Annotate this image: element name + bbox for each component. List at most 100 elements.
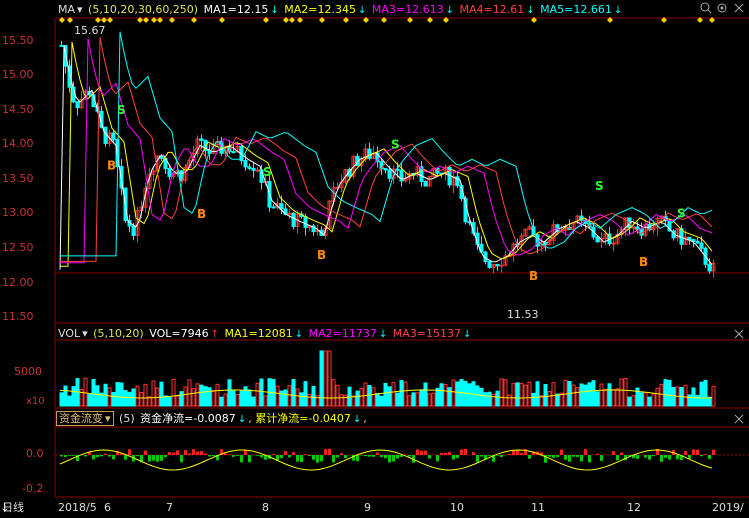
volume-bar	[687, 394, 692, 407]
flow-bar	[564, 455, 567, 460]
flow-bar	[384, 455, 387, 459]
volume-bar	[407, 395, 412, 407]
candle-body	[303, 215, 308, 228]
volume-bar	[287, 385, 292, 407]
volume-bar	[431, 392, 436, 407]
volume-bar	[663, 379, 668, 407]
volume-bar	[651, 393, 656, 407]
flow-bar	[692, 449, 695, 455]
flow-bar	[204, 453, 207, 455]
flow-bar	[408, 455, 411, 457]
volume-bar	[523, 384, 528, 407]
volume-bar	[235, 393, 240, 407]
volume-bar	[191, 388, 196, 407]
flow-bar	[676, 455, 679, 460]
volume-bar	[411, 392, 416, 407]
volume-bar	[443, 384, 448, 407]
volume-bar	[639, 392, 644, 407]
volume-bar	[215, 383, 220, 407]
candle-body	[595, 236, 600, 243]
volume-bar	[91, 378, 96, 407]
flow-indicator-header: 资金流变 ▾ (5) 资金净流=-0.0087 ↓, 累计净流=-0.0407 ↓,	[56, 411, 367, 427]
flow-bar	[572, 455, 575, 457]
flow-bar	[72, 455, 75, 456]
flow-bar	[456, 455, 459, 458]
flow-bar	[84, 455, 87, 457]
flow-bar	[648, 455, 651, 460]
flow-bar	[568, 455, 571, 462]
flow-bar	[248, 455, 251, 463]
volume-bar	[143, 384, 148, 407]
volume-bar	[575, 387, 580, 407]
volume-bar	[63, 385, 68, 407]
flow-bar	[324, 449, 327, 455]
volume-bar	[403, 381, 408, 407]
y-tick: 14.00	[2, 137, 34, 150]
y-tick: 12.00	[2, 276, 34, 289]
flow-bar	[236, 455, 239, 456]
flow-indicator-select[interactable]: 资金流变 ▾	[56, 411, 114, 426]
flow-bar	[68, 455, 71, 456]
kline-chart[interactable]: B B B B B S S S S S	[0, 0, 749, 518]
indicator-select[interactable]: MA ▾	[58, 3, 83, 16]
flow-close-icon[interactable]	[733, 413, 745, 425]
candle-body	[423, 181, 428, 187]
flow-bar	[708, 455, 711, 460]
volume-bar	[207, 387, 212, 407]
time-label: 10	[450, 501, 464, 514]
candle-body	[231, 151, 236, 154]
candle-body	[635, 226, 640, 230]
flow-bar	[144, 450, 147, 455]
flow-bar	[516, 450, 519, 455]
vol-indicator-header: VOL ▾ (5,10,20) VOL=7946 ↑ MA1=12081 ↓ MA2=…	[58, 327, 472, 340]
flow-bar	[200, 451, 203, 455]
volume-bar	[451, 379, 456, 407]
candle-body	[699, 242, 704, 249]
flow-bar	[184, 450, 187, 455]
flow-bar	[164, 455, 167, 458]
volume-bar	[627, 396, 632, 407]
volume-bar	[387, 386, 392, 407]
vol-close-icon[interactable]	[733, 328, 745, 340]
volume-bar	[183, 386, 188, 407]
vol-indicator-select[interactable]: VOL ▾	[58, 327, 88, 340]
volume-bar	[359, 388, 364, 407]
volume-bar	[71, 386, 76, 407]
flow-bar	[652, 455, 655, 457]
flow-bar	[696, 449, 699, 455]
volume-bar	[479, 387, 484, 407]
volume-bar	[587, 382, 592, 407]
close-icon[interactable]	[733, 2, 745, 14]
vol-ma3-value: MA3=15137	[392, 327, 461, 340]
flow-bar	[136, 455, 139, 457]
volume-bar	[175, 395, 180, 407]
candle-body	[399, 169, 404, 182]
volume-bar	[219, 396, 224, 407]
flow-bar	[612, 451, 615, 455]
flow-bar	[232, 455, 235, 457]
settings-icon[interactable]	[716, 2, 728, 14]
volume-bar	[123, 390, 128, 407]
volume-bar	[275, 385, 280, 407]
flow-bar	[684, 451, 687, 455]
volume-bar	[495, 390, 500, 407]
buy-signal: B	[529, 269, 538, 283]
candle-body	[59, 44, 64, 47]
volume-bar	[399, 380, 404, 407]
vol-params: (5,10,20)	[93, 327, 144, 340]
vol-y-tick: 5000	[14, 365, 42, 378]
flow-bar	[288, 455, 291, 458]
volume-bar	[415, 392, 420, 407]
flow-bar	[124, 455, 127, 460]
volume-bar	[607, 383, 612, 407]
volume-bar	[703, 379, 708, 407]
volume-bar	[151, 380, 156, 407]
zoom-in-icon[interactable]	[700, 2, 712, 14]
flow-bar	[448, 452, 451, 455]
buy-signal: B	[317, 248, 326, 262]
flow-bar	[316, 455, 319, 463]
volume-bar	[83, 377, 88, 407]
flow-bar	[584, 449, 587, 455]
flow-bar	[380, 455, 383, 458]
flow-bar	[364, 455, 367, 457]
